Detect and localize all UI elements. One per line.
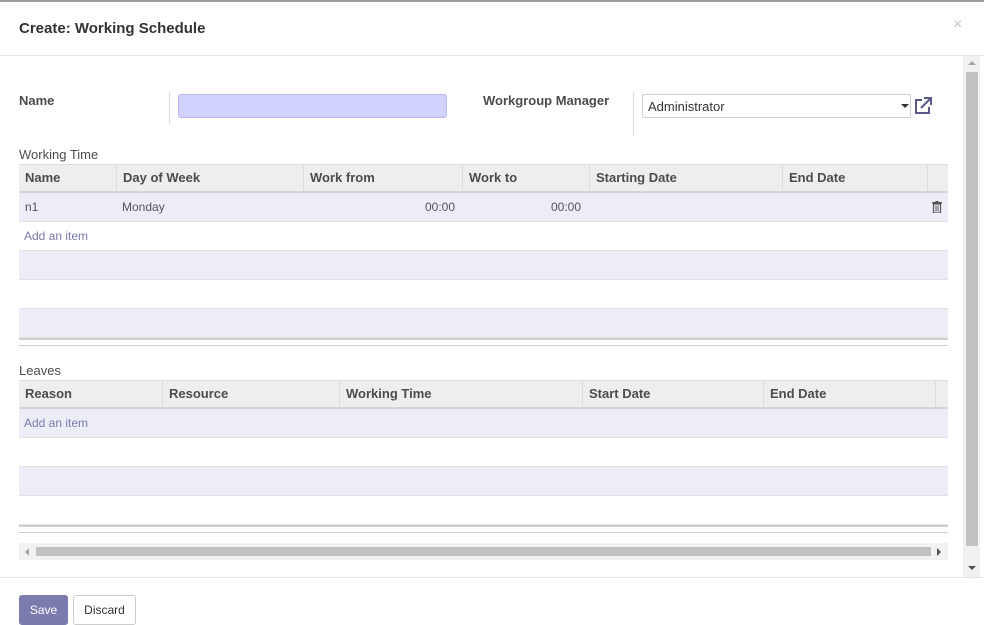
column-header-end-date[interactable]: End Date xyxy=(764,381,936,408)
leaves-table-header: Reason Resource Working Time Start Date … xyxy=(19,380,948,409)
add-item-row[interactable] xyxy=(19,409,948,438)
save-button[interactable]: Save xyxy=(19,595,68,625)
column-header-starting-date[interactable]: Starting Date xyxy=(590,165,783,192)
dialog-footer: Save Discard xyxy=(0,577,984,625)
add-item-link[interactable]: Add an item xyxy=(24,416,88,430)
name-label: Name xyxy=(19,93,55,108)
empty-row xyxy=(19,467,948,496)
horizontal-scroll-thumb[interactable] xyxy=(36,547,931,556)
divider xyxy=(633,92,634,136)
column-header-reason[interactable]: Reason xyxy=(19,381,163,408)
column-header-work-to[interactable]: Work to xyxy=(463,165,590,192)
empty-row xyxy=(19,309,948,338)
table-footer xyxy=(19,338,948,346)
close-icon[interactable]: × xyxy=(953,16,962,34)
working-time-section-label: Working Time xyxy=(19,147,99,162)
column-header-working-time[interactable]: Working Time xyxy=(340,381,583,408)
workgroup-manager-select[interactable]: Administrator xyxy=(642,94,911,118)
empty-row xyxy=(19,251,948,280)
scroll-up-icon[interactable] xyxy=(968,61,976,65)
cell-day-of-week: Monday xyxy=(122,200,165,214)
workgroup-manager-value: Administrator xyxy=(648,99,725,114)
column-header-end-date[interactable]: End Date xyxy=(783,165,928,192)
empty-row xyxy=(19,496,948,525)
column-header-day-of-week[interactable]: Day of Week xyxy=(117,165,304,192)
table-footer xyxy=(19,525,948,533)
dialog-header: Create: Working Schedule × xyxy=(0,0,984,56)
discard-button[interactable]: Discard xyxy=(73,595,136,625)
vertical-scrollbar[interactable] xyxy=(963,56,980,577)
column-header-work-from[interactable]: Work from xyxy=(304,165,463,192)
vertical-scroll-thumb[interactable] xyxy=(966,72,978,546)
dialog-title: Create: Working Schedule xyxy=(19,20,206,37)
cell-name: n1 xyxy=(25,200,39,214)
table-row[interactable]: n1 Monday 00:00 00:00 xyxy=(19,193,948,222)
add-item-row[interactable] xyxy=(19,222,948,251)
working-time-table-header: Name Day of Week Work from Work to Start… xyxy=(19,164,948,193)
column-header-resource[interactable]: Resource xyxy=(163,381,340,408)
cell-work-to: 00:00 xyxy=(551,200,582,214)
caret-down-icon[interactable] xyxy=(901,104,909,108)
scroll-down-icon[interactable] xyxy=(968,566,976,570)
empty-row xyxy=(19,438,948,467)
divider xyxy=(169,92,170,124)
trash-icon[interactable] xyxy=(932,201,942,213)
external-link-icon[interactable] xyxy=(913,96,933,116)
leaves-section-label: Leaves xyxy=(19,363,61,378)
scroll-left-icon[interactable] xyxy=(25,548,29,556)
empty-row xyxy=(19,280,948,309)
column-header-name[interactable]: Name xyxy=(19,165,117,192)
column-header-start-date[interactable]: Start Date xyxy=(583,381,764,408)
workgroup-manager-label: Workgroup Manager xyxy=(483,93,610,108)
cell-work-from: 00:00 xyxy=(425,200,456,214)
add-item-link[interactable]: Add an item xyxy=(24,229,88,243)
scroll-right-icon[interactable] xyxy=(937,548,941,556)
horizontal-scrollbar[interactable] xyxy=(19,543,948,560)
name-input[interactable] xyxy=(178,94,447,118)
